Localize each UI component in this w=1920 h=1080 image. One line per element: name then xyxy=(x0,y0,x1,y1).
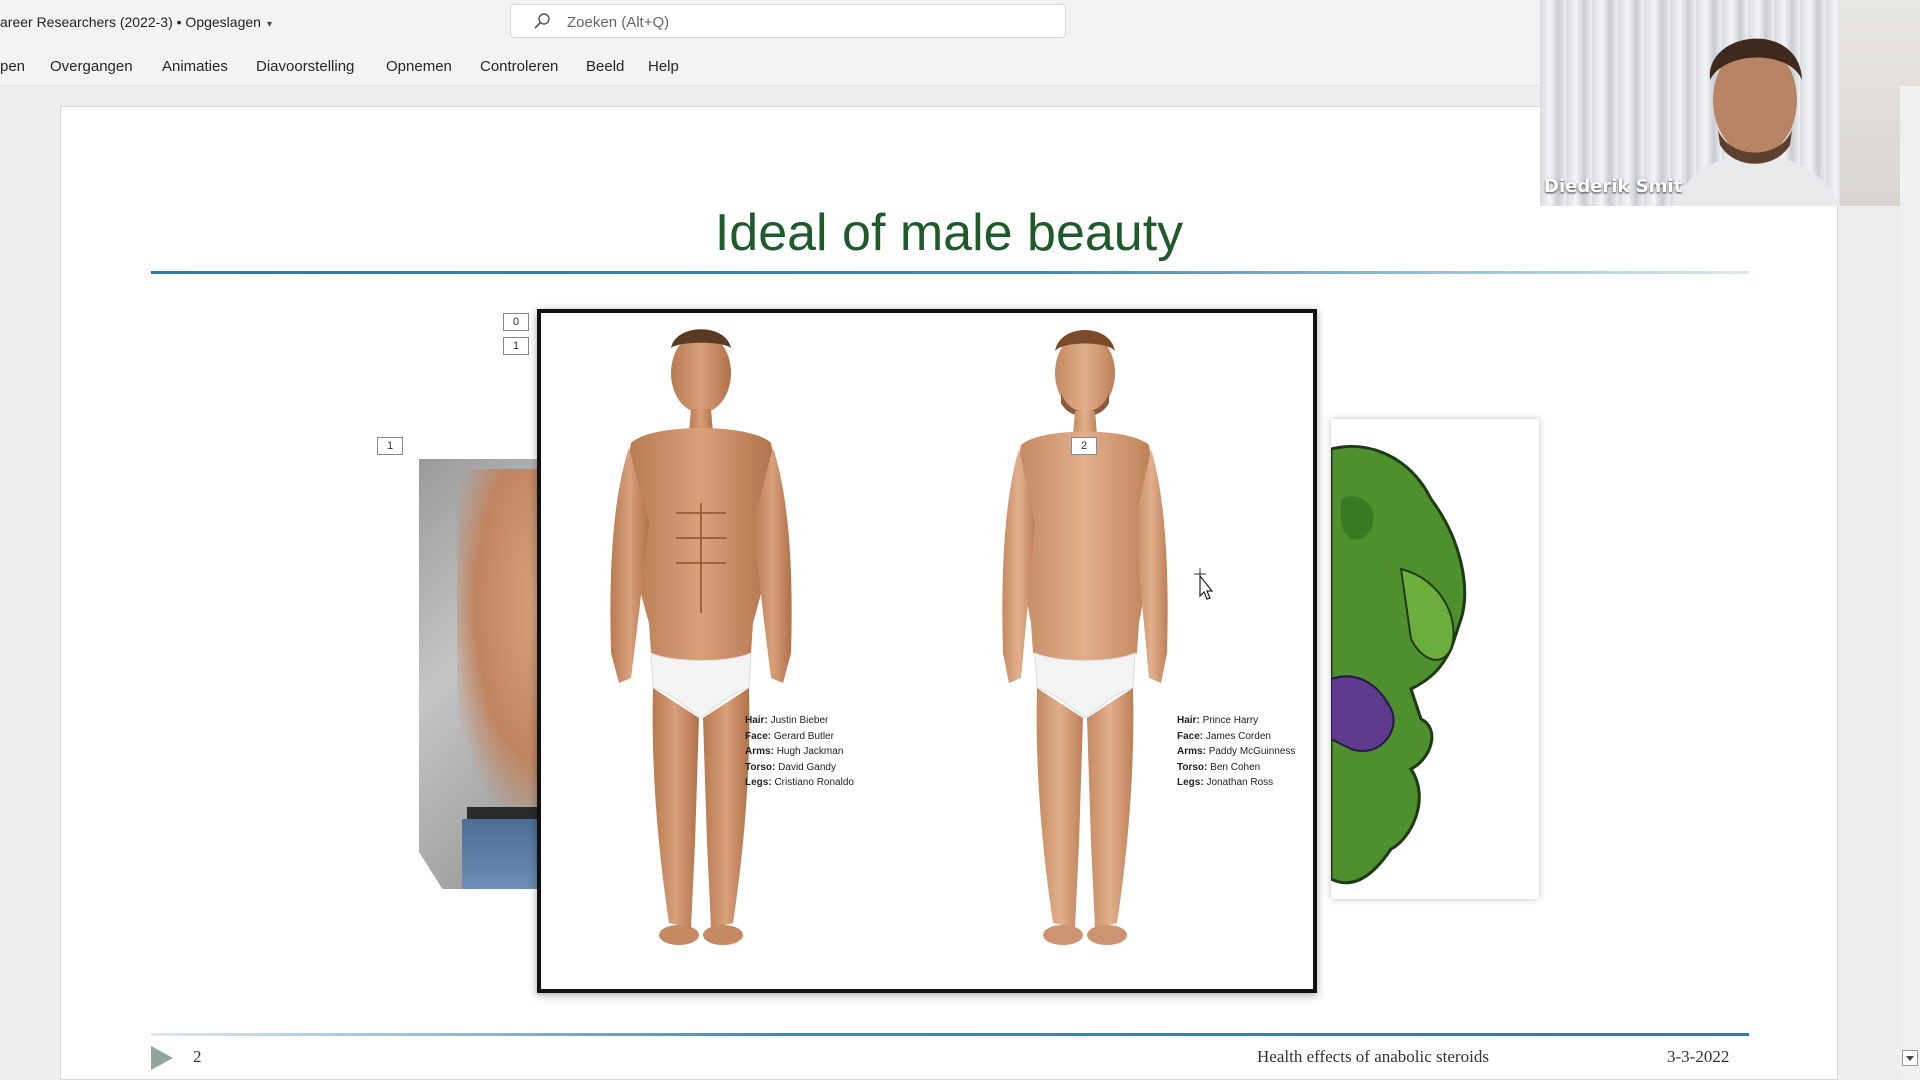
tab-animations[interactable]: Animaties xyxy=(162,58,228,75)
credit-row: Hair: Prince Harry xyxy=(1177,713,1295,729)
move-cursor-icon xyxy=(1194,568,1214,600)
document-title-text: areer Researchers (2022-3) • Opgeslagen xyxy=(0,14,261,30)
credit-value: Cristiano Ronaldo xyxy=(774,777,854,788)
credit-key: Arms: xyxy=(1177,746,1206,757)
footer-date: 3-3-2022 xyxy=(1667,1047,1730,1066)
footer-topic: Health effects of anabolic steroids xyxy=(1257,1047,1489,1066)
credit-key: Face: xyxy=(745,730,772,742)
credit-row: Face: Gerard Butler xyxy=(745,729,854,745)
credit-value: Ben Cohen xyxy=(1210,761,1261,773)
average-figure xyxy=(1002,330,1168,945)
slide-title[interactable]: Ideal of male beauty xyxy=(61,203,1837,263)
search-box[interactable] xyxy=(510,4,1066,38)
credit-value: Jonathan Ross xyxy=(1206,777,1274,788)
document-title[interactable]: areer Researchers (2022-3) • Opgeslagen ▾ xyxy=(0,14,272,30)
right-photo-card[interactable] xyxy=(1331,419,1539,899)
credit-row: Torso: David Gandy xyxy=(745,760,854,776)
tab-view[interactable]: Beeld xyxy=(586,58,624,75)
credit-row: Torso: Ben Cohen xyxy=(1177,760,1295,776)
credit-key: Torso: xyxy=(745,761,776,773)
credit-row: Face: James Corden xyxy=(1177,729,1295,745)
search-input[interactable] xyxy=(567,11,1027,33)
right-figure-credits: Hair: Prince Harry Face: James Corden Ar… xyxy=(1177,713,1295,791)
tab-record[interactable]: Opnemen xyxy=(386,58,452,75)
tab-help[interactable]: Help xyxy=(648,58,679,75)
green-figure-illustration xyxy=(1331,444,1467,885)
credit-row: Hair: Justin Bieber xyxy=(745,713,854,729)
animation-label-1: 1 xyxy=(503,337,529,355)
vertical-scrollbar[interactable] xyxy=(1900,86,1920,1080)
credit-key: Legs: xyxy=(1177,777,1204,788)
credit-row: Legs: Jonathan Ross xyxy=(1177,775,1295,791)
slide-canvas[interactable]: Ideal of male beauty 0 1 1 Hair: Justin … xyxy=(60,106,1838,1080)
title-divider xyxy=(151,271,1749,274)
credit-row: Legs: Cristiano Ronaldo xyxy=(745,775,854,791)
credit-key: Torso: xyxy=(1177,761,1208,773)
slide-number: 2 xyxy=(193,1047,202,1066)
credit-value: Gerard Butler xyxy=(773,730,834,742)
animation-label-0: 0 xyxy=(503,313,529,331)
muscular-figure xyxy=(610,329,792,945)
credit-key: Face: xyxy=(1177,730,1204,742)
credit-value: Hugh Jackman xyxy=(776,746,844,757)
animation-label-2: 2 xyxy=(1071,437,1097,455)
footer-divider xyxy=(151,1033,1749,1036)
credit-row: Arms: Paddy McGuinness xyxy=(1177,744,1295,760)
play-icon[interactable] xyxy=(149,1044,175,1072)
credit-value: Paddy McGuinness xyxy=(1208,746,1296,757)
left-figure-credits: Hair: Justin Bieber Face: Gerard Butler … xyxy=(745,713,854,791)
tab-transitions[interactable]: Overgangen xyxy=(50,58,133,75)
chevron-down-icon[interactable]: ▾ xyxy=(267,19,272,30)
search-icon xyxy=(534,13,550,29)
scroll-down-button[interactable] xyxy=(1902,1050,1918,1066)
tab-review[interactable]: Controleren xyxy=(480,58,558,75)
tab-slideshow[interactable]: Diavoorstelling xyxy=(256,58,354,75)
credit-key: Hair: xyxy=(745,715,768,726)
webcam-video[interactable]: Diederik Smit xyxy=(1540,0,1920,206)
tab-open[interactable]: pen xyxy=(0,58,25,75)
credit-value: Prince Harry xyxy=(1202,715,1259,726)
app-window: areer Researchers (2022-3) • Opgeslagen ▾… xyxy=(0,0,1920,1080)
animation-label-left-card: 1 xyxy=(377,437,403,455)
credit-key: Arms: xyxy=(745,746,774,757)
participant-name: Diederik Smit xyxy=(1544,176,1683,197)
credit-key: Legs: xyxy=(745,777,772,788)
credit-row: Arms: Hugh Jackman xyxy=(745,744,854,760)
credit-value: James Corden xyxy=(1205,730,1271,742)
credit-key: Hair: xyxy=(1177,715,1200,726)
main-image[interactable]: Hair: Justin Bieber Face: Gerard Butler … xyxy=(537,309,1317,993)
credit-value: David Gandy xyxy=(778,761,836,773)
credit-value: Justin Bieber xyxy=(770,715,829,726)
